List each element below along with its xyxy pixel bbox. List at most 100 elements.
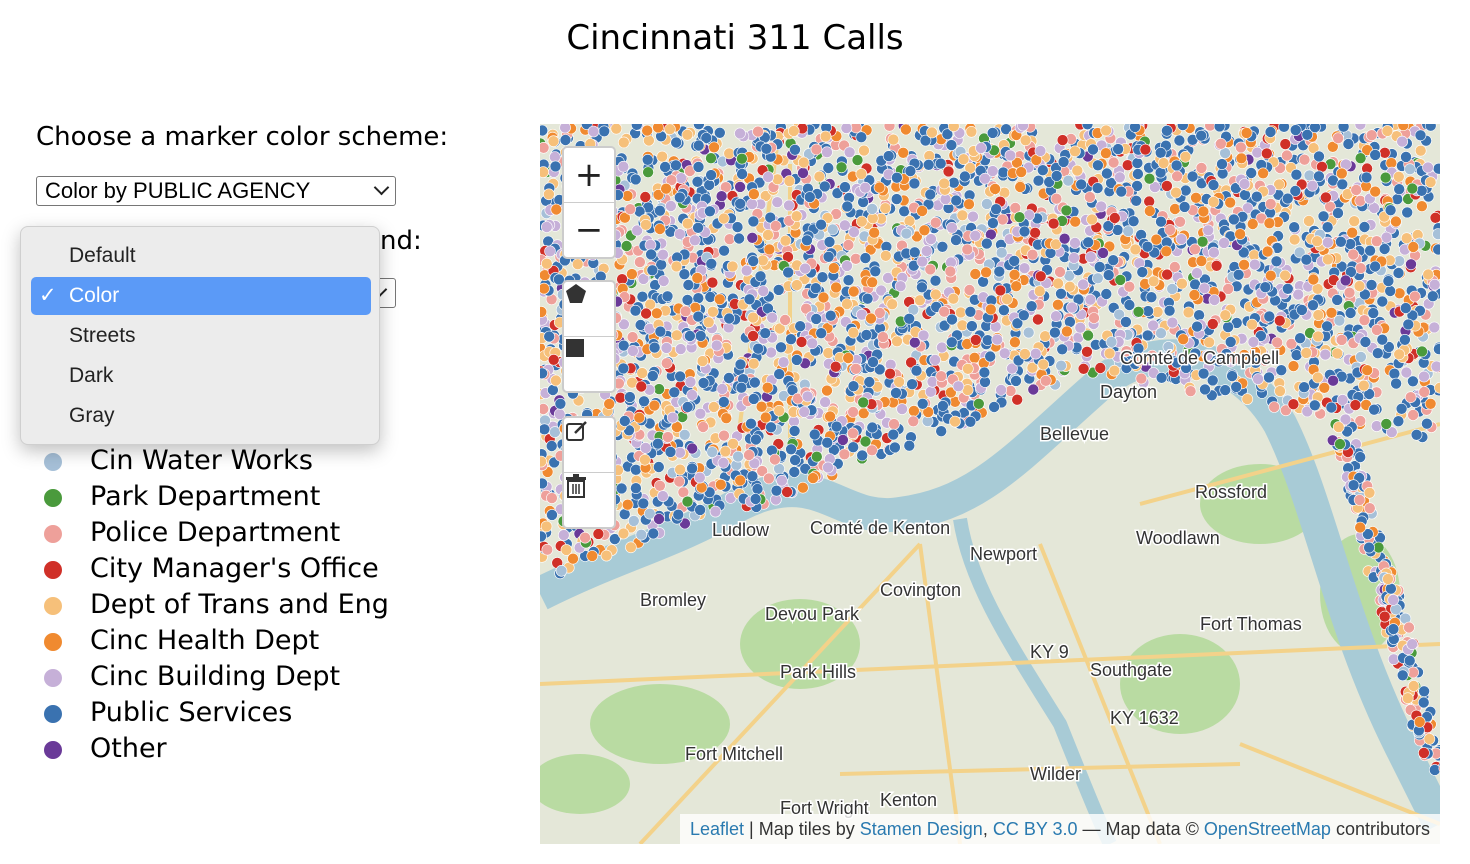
draw-polygon-button[interactable] [564, 282, 614, 337]
call-marker[interactable] [803, 191, 816, 203]
call-marker[interactable] [1154, 146, 1167, 159]
call-marker[interactable] [1207, 179, 1220, 191]
call-marker[interactable] [708, 401, 720, 413]
call-marker[interactable] [788, 466, 801, 478]
call-marker[interactable] [735, 381, 748, 394]
call-marker[interactable] [1403, 654, 1416, 667]
call-marker[interactable] [967, 210, 979, 223]
call-marker[interactable] [1361, 364, 1374, 376]
call-marker[interactable] [660, 342, 673, 354]
call-marker[interactable] [886, 298, 899, 310]
call-marker[interactable] [810, 313, 823, 325]
call-marker[interactable] [1235, 141, 1247, 154]
call-marker[interactable] [851, 154, 864, 166]
call-marker[interactable] [1380, 418, 1393, 430]
call-marker[interactable] [841, 260, 853, 272]
call-marker[interactable] [1091, 272, 1104, 285]
call-marker[interactable] [732, 450, 744, 463]
call-marker[interactable] [1418, 685, 1430, 698]
call-marker[interactable] [1054, 266, 1066, 278]
call-marker[interactable] [1354, 521, 1367, 534]
call-marker[interactable] [657, 248, 669, 261]
call-marker[interactable] [718, 244, 730, 257]
call-marker[interactable] [822, 461, 834, 474]
call-marker[interactable] [1203, 336, 1216, 349]
call-marker[interactable] [543, 330, 555, 343]
call-marker[interactable] [1049, 326, 1061, 339]
call-marker[interactable] [1139, 143, 1152, 156]
stamen-link[interactable]: Stamen Design [860, 819, 983, 839]
call-marker[interactable] [598, 125, 610, 138]
call-marker[interactable] [1381, 125, 1394, 137]
call-marker[interactable] [1393, 183, 1406, 195]
call-marker[interactable] [1369, 149, 1382, 161]
call-marker[interactable] [1155, 372, 1168, 384]
call-marker[interactable] [1309, 124, 1321, 133]
call-marker[interactable] [617, 362, 630, 375]
call-marker[interactable] [1084, 293, 1097, 306]
call-marker[interactable] [684, 376, 697, 388]
dropdown-option-streets[interactable]: Streets [31, 317, 371, 355]
call-marker[interactable] [1325, 401, 1338, 414]
call-marker[interactable] [718, 212, 730, 225]
call-marker[interactable] [884, 367, 896, 380]
call-marker[interactable] [866, 203, 879, 215]
call-marker[interactable] [654, 204, 666, 217]
call-marker[interactable] [1364, 244, 1376, 257]
call-marker[interactable] [1395, 402, 1408, 415]
call-marker[interactable] [1313, 150, 1325, 163]
call-marker[interactable] [1066, 301, 1078, 314]
call-marker[interactable] [1382, 573, 1394, 585]
call-marker[interactable] [830, 281, 842, 294]
call-marker[interactable] [916, 281, 928, 294]
call-marker[interactable] [1354, 262, 1367, 274]
call-marker[interactable] [859, 181, 872, 194]
call-marker[interactable] [635, 380, 648, 393]
call-marker[interactable] [1358, 314, 1371, 326]
call-marker[interactable] [1404, 391, 1417, 404]
call-marker[interactable] [1416, 345, 1428, 358]
call-marker[interactable] [1113, 171, 1126, 184]
call-marker[interactable] [1346, 226, 1359, 239]
call-marker[interactable] [1390, 377, 1402, 390]
call-marker[interactable] [1161, 180, 1173, 192]
call-marker[interactable] [641, 153, 654, 166]
call-marker[interactable] [1365, 279, 1378, 291]
call-marker[interactable] [555, 564, 568, 577]
call-marker[interactable] [797, 156, 810, 169]
call-marker[interactable] [847, 406, 859, 418]
call-marker[interactable] [546, 509, 558, 521]
call-marker[interactable] [949, 415, 961, 428]
call-marker[interactable] [861, 292, 874, 305]
call-marker[interactable] [1406, 182, 1419, 195]
call-marker[interactable] [962, 363, 974, 375]
call-marker[interactable] [723, 372, 735, 384]
call-marker[interactable] [847, 427, 859, 440]
call-marker[interactable] [664, 446, 677, 458]
call-marker[interactable] [1342, 138, 1355, 150]
call-marker[interactable] [1199, 383, 1211, 396]
call-marker[interactable] [856, 449, 869, 462]
call-marker[interactable] [757, 285, 769, 297]
call-marker[interactable] [893, 376, 905, 388]
call-marker[interactable] [963, 198, 975, 210]
call-marker[interactable] [889, 441, 901, 454]
call-marker[interactable] [705, 169, 717, 181]
call-marker[interactable] [1123, 280, 1136, 293]
call-marker[interactable] [662, 431, 674, 443]
call-marker[interactable] [1015, 166, 1028, 178]
call-marker[interactable] [964, 415, 977, 428]
call-marker[interactable] [995, 246, 1008, 259]
call-marker[interactable] [668, 386, 681, 399]
call-marker[interactable] [1382, 275, 1395, 287]
call-marker[interactable] [1404, 163, 1416, 176]
call-marker[interactable] [571, 258, 584, 270]
call-marker[interactable] [671, 329, 683, 342]
call-marker[interactable] [617, 527, 630, 540]
call-marker[interactable] [1057, 156, 1070, 168]
call-marker[interactable] [1360, 171, 1373, 184]
call-marker[interactable] [751, 483, 764, 495]
call-marker[interactable] [1271, 336, 1284, 349]
call-marker[interactable] [998, 347, 1011, 360]
call-marker[interactable] [1422, 161, 1434, 174]
